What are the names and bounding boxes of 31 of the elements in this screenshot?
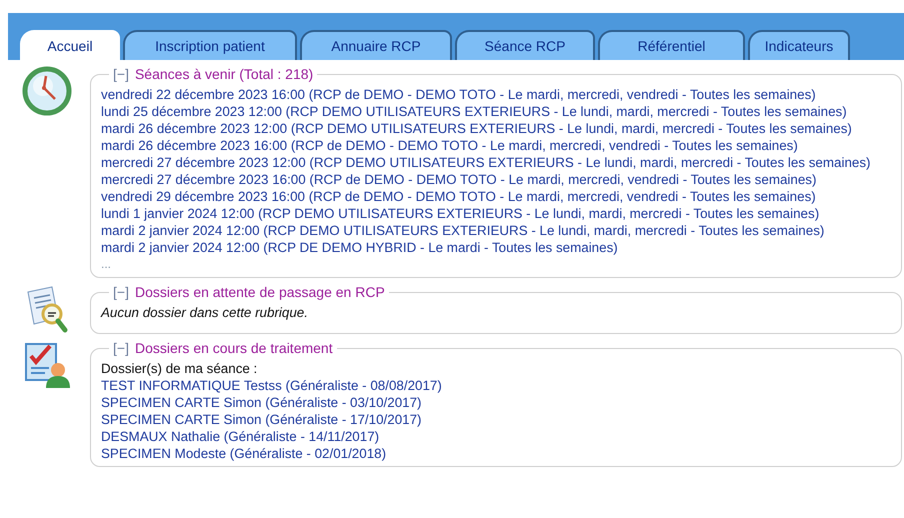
item-link[interactable]: mercredi 27 décembre 2023 12:00 (RCP DEMO UTILISATEURS EXTERIEURS - Le lundi, mardi, mercredi - Toutes les semaines) [101, 155, 870, 170]
tab[interactable]: Indicateurs [748, 30, 850, 60]
empty-message: Aucun dossier dans cette rubrique. [101, 304, 309, 321]
tab[interactable]: Séance RCP [455, 30, 595, 60]
tab[interactable]: Inscription patient [123, 30, 297, 60]
item-link[interactable]: mardi 2 janvier 2024 12:00 (RCP DEMO UTILISATEURS EXTERIEURS - Le lundi, mardi, mercredi - Toutes les semaines) [101, 223, 824, 238]
tab[interactable]: Accueil [20, 30, 120, 60]
item-link[interactable]: mercredi 27 décembre 2023 16:00 (RCP de DEMO - DEMO TOTO - Le mardi, mercredi, vendredi - Toutes les semaines) [101, 172, 816, 187]
collapse-toggle[interactable]: [−] [113, 66, 129, 82]
item-link[interactable]: mardi 26 décembre 2023 12:00 (RCP DEMO UTILISATEURS EXTERIEURS - Le lundi, mardi, mercredi - Toutes les semaines) [101, 121, 852, 136]
item-link[interactable]: vendredi 22 décembre 2023 16:00 (RCP de DEMO - DEMO TOTO - Le mardi, mercredi, vendredi - Toutes les semaines) [101, 87, 816, 102]
collapse-toggle[interactable]: [−] [113, 340, 129, 356]
checklist-user-icon [22, 340, 72, 390]
item-link[interactable]: SPECIMEN Modeste (Généraliste - 02/01/2018) [101, 446, 386, 461]
item-link[interactable]: mardi 2 janvier 2024 12:00 (RCP DE DEMO HYBRID - Le mardi - Toutes les semaines) [101, 240, 618, 255]
tab[interactable]: Annuaire RCP [300, 30, 452, 60]
subtitle-text: Dossier(s) de ma séance : [101, 360, 258, 377]
section-title: Dossiers en attente de passage en RCP [134, 284, 385, 300]
tab[interactable]: Référentiel [598, 30, 745, 60]
item-link[interactable]: vendredi 29 décembre 2023 16:00 (RCP de DEMO - DEMO TOTO - Le mardi, mercredi, vendredi - Toutes les semaines) [101, 189, 816, 204]
item-link[interactable]: SPECIMEN CARTE Simon (Généraliste - 17/10/2017) [101, 412, 422, 427]
item-link[interactable]: lundi 1 janvier 2024 12:00 (RCP DEMO UTILISATEURS EXTERIEURS - Le lundi, mardi, mercredi - Toutes les semaines) [101, 206, 820, 221]
item-link[interactable]: DESMAUX Nathalie (Généraliste - 14/11/2017) [101, 429, 380, 444]
item-link[interactable]: lundi 25 décembre 2023 12:00 (RCP DEMO UTILISATEURS EXTERIEURS - Le lundi, mardi, mercredi - Toutes les semaines) [101, 104, 847, 119]
item-link[interactable]: SPECIMEN CARTE Simon (Généraliste - 03/10/2017) [101, 395, 422, 410]
item-link[interactable]: mardi 26 décembre 2023 16:00 (RCP de DEMO - DEMO TOTO - Le mardi, mercredi, vendredi - Toutes les semaines) [101, 138, 798, 153]
item-link[interactable]: TEST INFORMATIQUE Testss (Généraliste - 08/08/2017) [101, 378, 442, 393]
section-title: Dossiers en cours de traitement [134, 340, 333, 356]
collapse-toggle[interactable]: [−] [113, 284, 129, 300]
clock-icon [22, 66, 72, 116]
section-title: Séances à venir (Total : 218) [134, 66, 314, 82]
